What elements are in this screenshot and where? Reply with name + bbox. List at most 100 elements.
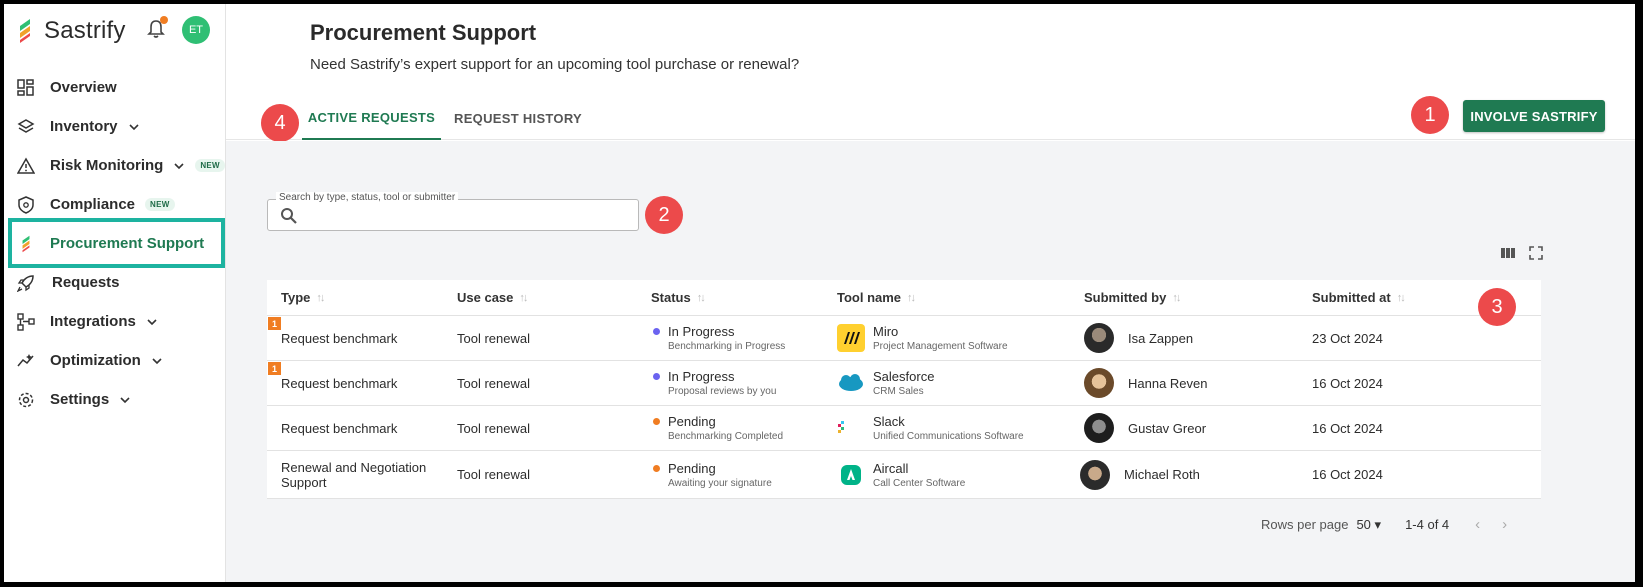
overview-icon [16,78,36,98]
column-label: Tool name [837,290,902,305]
cell-type: Request benchmark [281,420,398,436]
rocket-icon [16,273,36,293]
involve-sastrify-button[interactable]: INVOLVE SASTRIFY [1463,100,1605,132]
column-header-type[interactable]: Type ↑↓ [267,290,457,305]
submitter-name: Hanna Reven [1128,375,1208,391]
status-label: Pending [668,460,716,476]
search-input[interactable] [306,206,626,226]
page-title: Procurement Support [310,20,537,45]
integrations-icon [16,312,36,332]
tool-name: Slack [873,414,905,429]
avatar [1084,413,1114,443]
sidebar: Sastrify ET Overview Inventory Risk Moni… [4,4,226,582]
sidebar-item-risk-monitoring[interactable]: Risk Monitoring NEW [4,146,226,185]
table-row[interactable]: Renewal and Negotiation Support Tool ren… [267,451,1541,499]
optimization-icon [16,351,36,371]
sort-icon: ↑↓ [1172,291,1181,304]
miro-logo [837,324,865,352]
submitter-name: Gustav Greor [1128,420,1207,436]
cell-status: Pending Awaiting your signature [647,461,837,489]
sort-icon: ↑↓ [696,291,706,304]
aircall-logo [837,461,865,489]
table-row[interactable]: 1 Request benchmark Tool renewal In Prog… [267,316,1541,361]
sidebar-item-settings[interactable]: Settings [4,380,226,419]
status-detail: Awaiting your signature [668,477,772,489]
tool-category: Call Center Software [873,477,966,489]
sidebar-item-label: Requests [52,274,120,291]
avatar [1084,368,1114,398]
next-page-icon[interactable]: › [1502,516,1507,533]
status-label: Pending [668,414,716,429]
status-label: In Progress [668,324,735,339]
cell-status: Pending Benchmarking Completed [647,414,837,442]
sort-icon: ↑↓ [1396,291,1406,304]
sidebar-item-overview[interactable]: Overview [4,68,226,107]
tool-name: Aircall [873,460,909,476]
rows-per-page-label: Rows per page [1261,517,1349,532]
status-dot [653,418,660,425]
cell-submitted-at: 16 Oct 2024 [1312,420,1383,436]
column-header-status[interactable]: Status ↑↓ [647,290,837,305]
rows-per-page-select[interactable]: 50 ▾ [1356,517,1381,533]
table-header: Type ↑↓ Use case ↑↓ Status ↑↓ Tool name ↑↓ S… [267,280,1541,316]
table-row[interactable]: 1 Request benchmark Tool renewal In Prog… [267,361,1541,406]
avatar [1080,459,1110,490]
submitter-name: Isa Zappen [1128,330,1194,346]
sidebar-item-label: Overview [50,79,117,96]
cell-type: Renewal and Negotiation Support [281,459,427,490]
brand[interactable]: Sastrify [16,16,126,46]
salesforce-logo [837,369,865,397]
status-detail: Benchmarking in Progress [668,341,786,352]
gear-icon [16,390,36,410]
status-dot [653,373,660,380]
cell-submitted-by: Gustav Greor [1084,413,1312,443]
column-header-tool-name[interactable]: Tool name ↑↓ [837,290,1084,305]
cell-tool: Salesforce CRM Sales [837,369,1084,397]
pagination: Rows per page 50 ▾ 1-4 of 4 ‹ › [1261,516,1507,533]
sidebar-item-requests[interactable]: Requests [4,263,226,302]
cell-submitted-at: 16 Oct 2024 [1312,467,1383,482]
caret-down-icon: ▾ [1374,516,1382,532]
column-header-submitted-by[interactable]: Submitted by ↑↓ [1084,290,1312,305]
previous-page-icon[interactable]: ‹ [1475,516,1480,533]
cell-type: Request benchmark [281,330,398,346]
callout-marker-3: 3 [1478,288,1516,326]
sidebar-item-inventory[interactable]: Inventory [4,107,226,146]
cell-tool: Aircall Call Center Software [837,461,1084,489]
cell-submitted-at: 23 Oct 2024 [1312,330,1383,346]
tab-request-history[interactable]: REQUEST HISTORY [454,96,582,140]
tab-active-requests[interactable]: ACTIVE REQUESTS [302,96,441,140]
sidebar-item-integrations[interactable]: Integrations [4,302,226,341]
chevron-down-icon [147,318,157,325]
warning-icon [16,156,36,176]
page-range: 1-4 of 4 [1405,517,1450,532]
table-row[interactable]: Request benchmark Tool renewal Pending B… [267,406,1541,451]
table-toolbar [1500,245,1544,261]
column-header-use-case[interactable]: Use case ↑↓ [457,290,647,305]
user-avatar[interactable]: ET [182,16,210,44]
avatar [1084,323,1114,353]
unread-count-badge: 1 [268,362,281,375]
cell-status: In Progress Proposal reviews by you [647,369,837,397]
sidebar-item-label: Compliance [50,196,136,213]
status-label: In Progress [668,369,735,384]
cell-use-case: Tool renewal [457,467,530,482]
fullscreen-icon[interactable] [1528,245,1544,261]
sidebar-item-label: Integrations [50,313,136,330]
sastrify-logo [20,19,30,43]
column-label: Status [651,290,691,305]
cell-submitted-by: Michael Roth [1080,459,1312,490]
rows-per-page-value: 50 [1356,516,1371,532]
cell-use-case: Tool renewal [457,420,530,436]
tool-category: CRM Sales [873,386,924,397]
new-badge: NEW [145,198,175,211]
column-label: Type [281,290,311,305]
callout-marker-4: 4 [261,104,299,142]
sidebar-item-optimization[interactable]: Optimization [4,341,226,380]
tool-category: Project Management Software [873,341,1008,352]
column-label: Use case [457,290,514,305]
requests-panel: Search by type, status, tool or submitte… [226,141,1635,582]
search-field[interactable]: Search by type, status, tool or submitte… [267,192,639,231]
callout-marker-2: 2 [645,196,683,234]
columns-icon[interactable] [1500,245,1516,261]
